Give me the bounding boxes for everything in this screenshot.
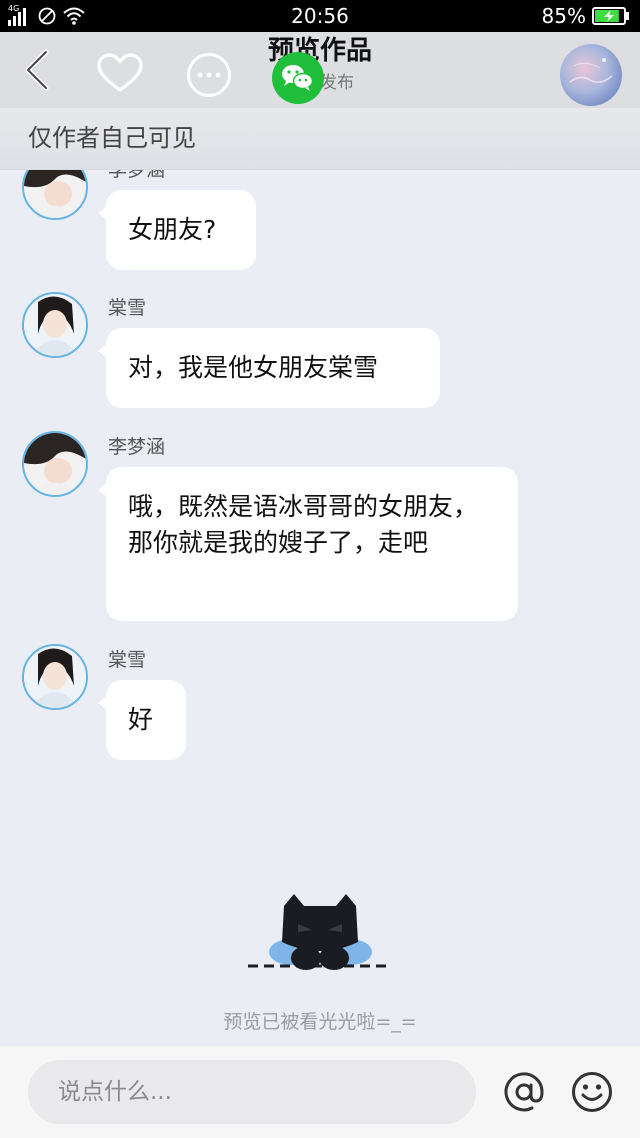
wechat-icon[interactable] (272, 52, 324, 104)
heart-icon[interactable] (96, 52, 144, 94)
peeking-cat-mascot (248, 894, 390, 970)
sender-avatar[interactable] (22, 644, 88, 710)
status-bar: 4G 20:56 85% (0, 0, 640, 32)
message-bubble: 女朋友? (98, 190, 256, 270)
input-bar (0, 1046, 640, 1138)
sender-avatar[interactable] (22, 292, 88, 358)
sender-avatar[interactable] (22, 431, 88, 497)
comment-input[interactable] (28, 1060, 476, 1124)
visibility-text: 仅作者自己可见 (28, 124, 196, 152)
sender-name: 李梦涵 (108, 436, 166, 458)
chat-area: 李梦涵 女朋友? 棠雪 对，我是他女朋友棠雪 李梦涵 哦，既然是语冰哥哥的女朋友… (0, 170, 640, 1046)
mention-icon[interactable] (502, 1070, 546, 1114)
message-bubble: 好 (98, 680, 186, 760)
message-bubble: 哦，既然是语冰哥哥的女朋友，那你就是我的嫂子了，走吧 (98, 467, 518, 621)
message-bubble: 对，我是他女朋友棠雪 (98, 328, 440, 408)
screen: 4G 20:56 85% 预览作品 发布 仅作者自己可见 李梦涵 女朋友? 棠雪… (0, 0, 640, 1138)
emoji-icon[interactable] (570, 1070, 614, 1114)
sender-avatar[interactable] (22, 170, 88, 220)
sender-name: 棠雪 (108, 649, 147, 671)
battery-percent: 85% (541, 4, 586, 28)
preview-footer-note: 预览已被看光光啦=_= (223, 1011, 417, 1033)
sender-name: 棠雪 (108, 297, 147, 319)
sender-name: 李梦涵 (108, 170, 166, 181)
battery-charging-icon (592, 7, 629, 25)
user-avatar[interactable] (560, 44, 622, 106)
back-icon[interactable] (18, 46, 58, 94)
visibility-notice: 仅作者自己可见 (0, 108, 640, 170)
more-icon[interactable] (186, 52, 232, 98)
header: 预览作品 发布 (0, 32, 640, 108)
